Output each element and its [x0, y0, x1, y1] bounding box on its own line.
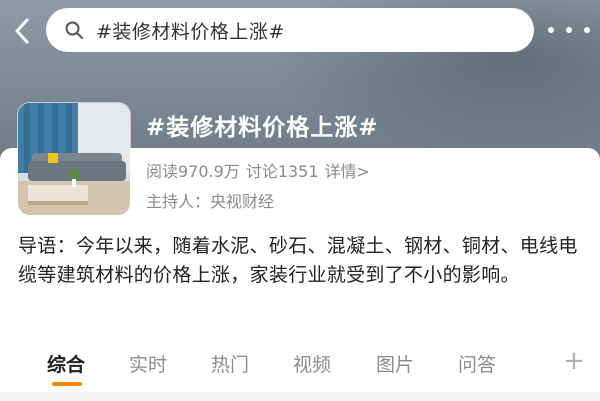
back-button[interactable] — [8, 14, 36, 48]
topic-title: #装修材料价格上涨# — [146, 115, 379, 141]
add-tab-button[interactable]: + — [563, 348, 585, 374]
more-button[interactable] — [548, 20, 590, 40]
active-tab-indicator — [52, 382, 82, 386]
tab-comprehensive[interactable]: 综合 — [47, 350, 85, 377]
topic-page: #装修材料价格上涨# #装修材料价格上涨# 阅读970.9万讨论1351详情 — [0, 0, 600, 401]
tab-realtime[interactable]: 实时 — [129, 350, 167, 377]
tab-images[interactable]: 图片 — [376, 350, 414, 377]
plus-icon: + — [563, 346, 585, 376]
chevron-left-icon — [15, 18, 29, 44]
tab-video[interactable]: 视频 — [293, 350, 331, 377]
topic-stats: 阅读970.9万 讨论1351 详情> — [146, 158, 376, 182]
topic-host[interactable]: 主持人：央视财经 — [146, 188, 274, 212]
details-link[interactable]: 详情> — [325, 162, 370, 181]
search-icon — [65, 21, 83, 39]
more-dots-icon — [584, 27, 590, 33]
topic-thumbnail — [18, 103, 130, 215]
discussion-count: 讨论1351 — [245, 162, 319, 181]
tab-bar: 综合 实时 热门 视频 图片 问答 + — [0, 344, 600, 386]
more-dots-icon — [548, 27, 554, 33]
tab-qa[interactable]: 问答 — [458, 350, 496, 377]
search-query: #装修材料价格上涨# — [96, 20, 285, 43]
divider — [0, 392, 600, 401]
living-room-image — [18, 103, 130, 215]
tab-hot[interactable]: 热门 — [211, 350, 249, 377]
search-input[interactable]: #装修材料价格上涨# — [46, 8, 534, 52]
read-count: 阅读970.9万 — [146, 162, 240, 181]
more-dots-icon — [566, 27, 572, 33]
topic-intro: 导语：今年以来，随着水泥、砂石、混凝土、钢材、铜材、电线电缆等建筑材料的价格上涨… — [18, 235, 578, 286]
